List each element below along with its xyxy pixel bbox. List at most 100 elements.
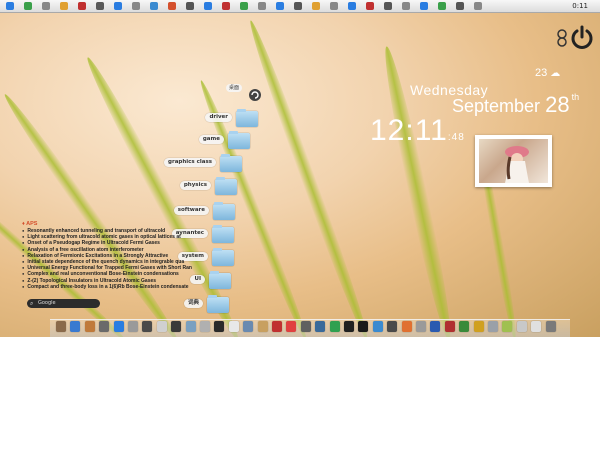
folder-icon [236, 109, 258, 127]
dock-app-icon[interactable] [228, 321, 239, 332]
menubar-app-icon[interactable] [204, 2, 212, 10]
menubar-clock[interactable]: 0:11 [572, 0, 588, 12]
menubar-app-icon[interactable] [96, 2, 104, 10]
dock [50, 319, 570, 337]
menubar-app-icon[interactable] [348, 2, 356, 10]
stack-folder[interactable]: game [160, 131, 250, 149]
stack-label: 桌面 [226, 84, 243, 92]
dock-app-icon[interactable] [459, 321, 470, 332]
menubar-app-icon[interactable] [6, 2, 14, 10]
dock-app-icon[interactable] [358, 321, 369, 332]
wallpaper-grass [80, 53, 246, 337]
folder-icon [212, 248, 234, 266]
dock-app-icon[interactable] [70, 321, 81, 332]
stack-folder[interactable]: 词典 [139, 295, 229, 313]
menubar-app-icon[interactable] [60, 2, 68, 10]
menubar-app-icon[interactable] [438, 2, 446, 10]
folder-label: physics [179, 181, 211, 190]
dock-app-icon[interactable] [502, 321, 513, 332]
folder-icon [215, 177, 237, 195]
menubar-app-icon[interactable] [240, 2, 248, 10]
photo-frame[interactable] [475, 135, 552, 187]
menubar-app-icon[interactable] [276, 2, 284, 10]
dock-app-icon[interactable] [56, 321, 66, 332]
dock-app-icon[interactable] [128, 321, 138, 332]
stack-folder[interactable]: physics [147, 177, 237, 195]
dock-app-icon[interactable] [473, 321, 484, 332]
folder-label: driver [205, 113, 232, 122]
dock-app-icon[interactable] [372, 321, 383, 332]
dock-app-icon[interactable] [84, 321, 95, 332]
dock-app-icon[interactable] [156, 321, 167, 332]
dock-app-icon[interactable] [545, 321, 556, 332]
google-search-widget[interactable]: ⌕ Google [27, 299, 100, 308]
stack-arrow-icon[interactable] [248, 88, 262, 102]
menu-bar: 0:11 [0, 0, 600, 13]
dock-app-icon[interactable] [214, 321, 225, 332]
menubar-app-icon[interactable] [402, 2, 410, 10]
menubar-app-icon[interactable] [78, 2, 86, 10]
menubar-app-icon[interactable] [222, 2, 230, 10]
day-number: 28 [545, 92, 570, 117]
photo-image [479, 139, 548, 183]
menubar-app-icon[interactable] [150, 2, 158, 10]
dock-app-icon[interactable] [300, 321, 311, 332]
folder-label: graphics class [164, 158, 216, 167]
stack-folder[interactable]: driver [168, 109, 258, 127]
dock-app-icon[interactable] [243, 321, 254, 332]
menubar-app-icon[interactable] [114, 2, 122, 10]
wallpaper-grass [244, 18, 374, 337]
menubar-app-icon[interactable] [186, 2, 194, 10]
power-icon[interactable] [569, 25, 595, 51]
dock-app-icon[interactable] [387, 321, 398, 332]
weather-widget: 23 ☁ [535, 67, 560, 79]
dock-app-icon[interactable] [171, 321, 182, 332]
dock-app-icon[interactable] [99, 321, 110, 332]
stack-folder[interactable]: software [145, 202, 235, 220]
folder-icon [209, 271, 231, 289]
menubar-app-icon[interactable] [366, 2, 374, 10]
cloud-icon: ☁ [550, 68, 561, 79]
dock-app-icon[interactable] [113, 321, 124, 332]
menubar-app-icon[interactable] [474, 2, 482, 10]
dock-app-icon[interactable] [257, 321, 268, 332]
menubar-app-icon[interactable] [258, 2, 266, 10]
menubar-app-icon[interactable] [132, 2, 140, 10]
date-display: September 28th [452, 92, 579, 118]
clock-seconds: :48 [447, 132, 465, 143]
menubar-app-icon[interactable] [330, 2, 338, 10]
dock-app-icon[interactable] [286, 321, 297, 332]
aps-title[interactable]: APS [22, 221, 192, 227]
stack-folder[interactable]: graphics class [152, 154, 242, 172]
menubar-app-icon[interactable] [456, 2, 464, 10]
dock-app-icon[interactable] [200, 321, 210, 332]
day-suffix: th [571, 92, 580, 102]
dock-app-icon[interactable] [531, 321, 542, 332]
dock-app-icon[interactable] [516, 321, 527, 332]
dock-app-icon[interactable] [329, 321, 340, 332]
folder-label: game [198, 135, 224, 144]
dock-app-icon[interactable] [344, 321, 354, 332]
menubar-app-icon[interactable] [420, 2, 428, 10]
aps-article-link[interactable]: Compact and three-body loss in a 1(6)Rb … [22, 284, 192, 290]
dock-app-icon[interactable] [444, 321, 455, 332]
search-input[interactable]: Google [38, 299, 56, 308]
dock-app-icon[interactable] [315, 321, 326, 332]
dock-app-icon[interactable] [185, 321, 196, 332]
menubar-app-icon[interactable] [294, 2, 302, 10]
dock-app-icon[interactable] [416, 321, 426, 332]
dock-app-icon[interactable] [272, 321, 282, 332]
folder-icon [220, 154, 242, 172]
menubar-app-icon[interactable] [24, 2, 32, 10]
aps-article-link[interactable]: Complex and real unconventional Bose-Ein… [22, 271, 192, 277]
dock-app-icon[interactable] [401, 321, 412, 332]
menubar-app-icon[interactable] [42, 2, 50, 10]
dock-app-icon[interactable] [430, 321, 441, 332]
menubar-app-icon[interactable] [168, 2, 176, 10]
dock-app-icon[interactable] [142, 321, 153, 332]
refresh-icon[interactable] [556, 28, 568, 48]
clock-widget: 12:11:48 [370, 114, 465, 148]
menubar-app-icon[interactable] [312, 2, 320, 10]
dock-app-icon[interactable] [488, 321, 498, 332]
menubar-app-icon[interactable] [384, 2, 392, 10]
